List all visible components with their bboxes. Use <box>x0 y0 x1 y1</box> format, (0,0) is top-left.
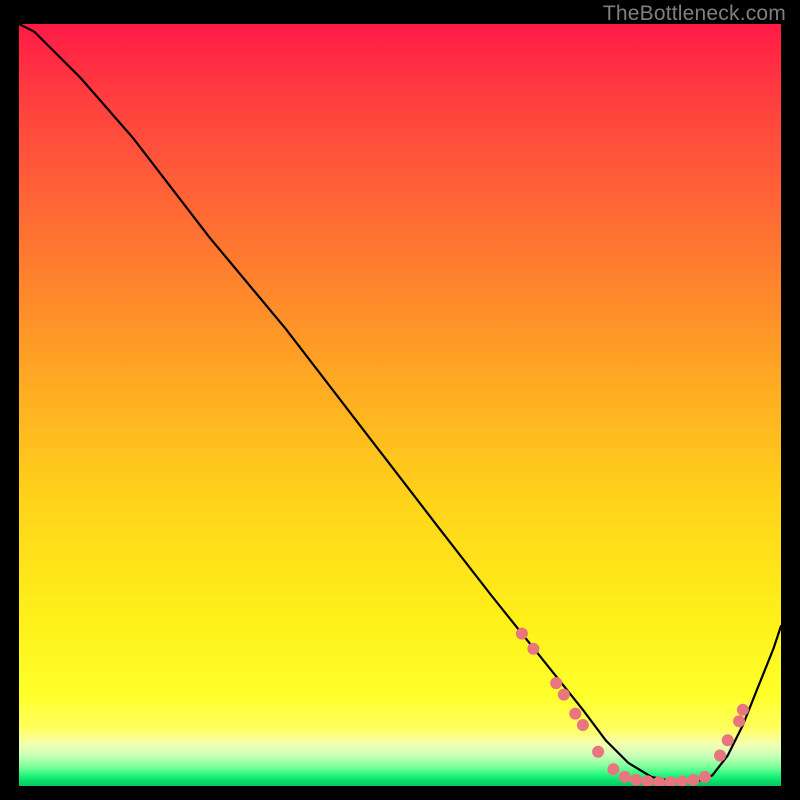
curve-marker <box>593 746 604 757</box>
curve-marker <box>619 771 630 782</box>
curve-marker <box>699 771 710 782</box>
curve-marker <box>642 776 653 786</box>
chart-svg <box>19 24 781 786</box>
curve-marker <box>737 704 748 715</box>
curve-marker <box>665 777 676 786</box>
attribution-text: TheBottleneck.com <box>603 2 786 26</box>
curve-marker <box>577 720 588 731</box>
curve-marker <box>676 776 687 786</box>
curve-line <box>19 24 781 781</box>
curve-marker <box>631 774 642 785</box>
curve-marker <box>570 708 581 719</box>
curve-marker <box>516 628 527 639</box>
curve-marker <box>688 774 699 785</box>
markers-group <box>516 628 748 786</box>
curve-marker <box>654 777 665 786</box>
chart-area <box>19 24 781 786</box>
curve-marker <box>734 716 745 727</box>
curve-marker <box>528 643 539 654</box>
curve-marker <box>608 764 619 775</box>
curve-marker <box>551 678 562 689</box>
curve-marker <box>715 750 726 761</box>
curve-marker <box>722 735 733 746</box>
curve-marker <box>558 689 569 700</box>
